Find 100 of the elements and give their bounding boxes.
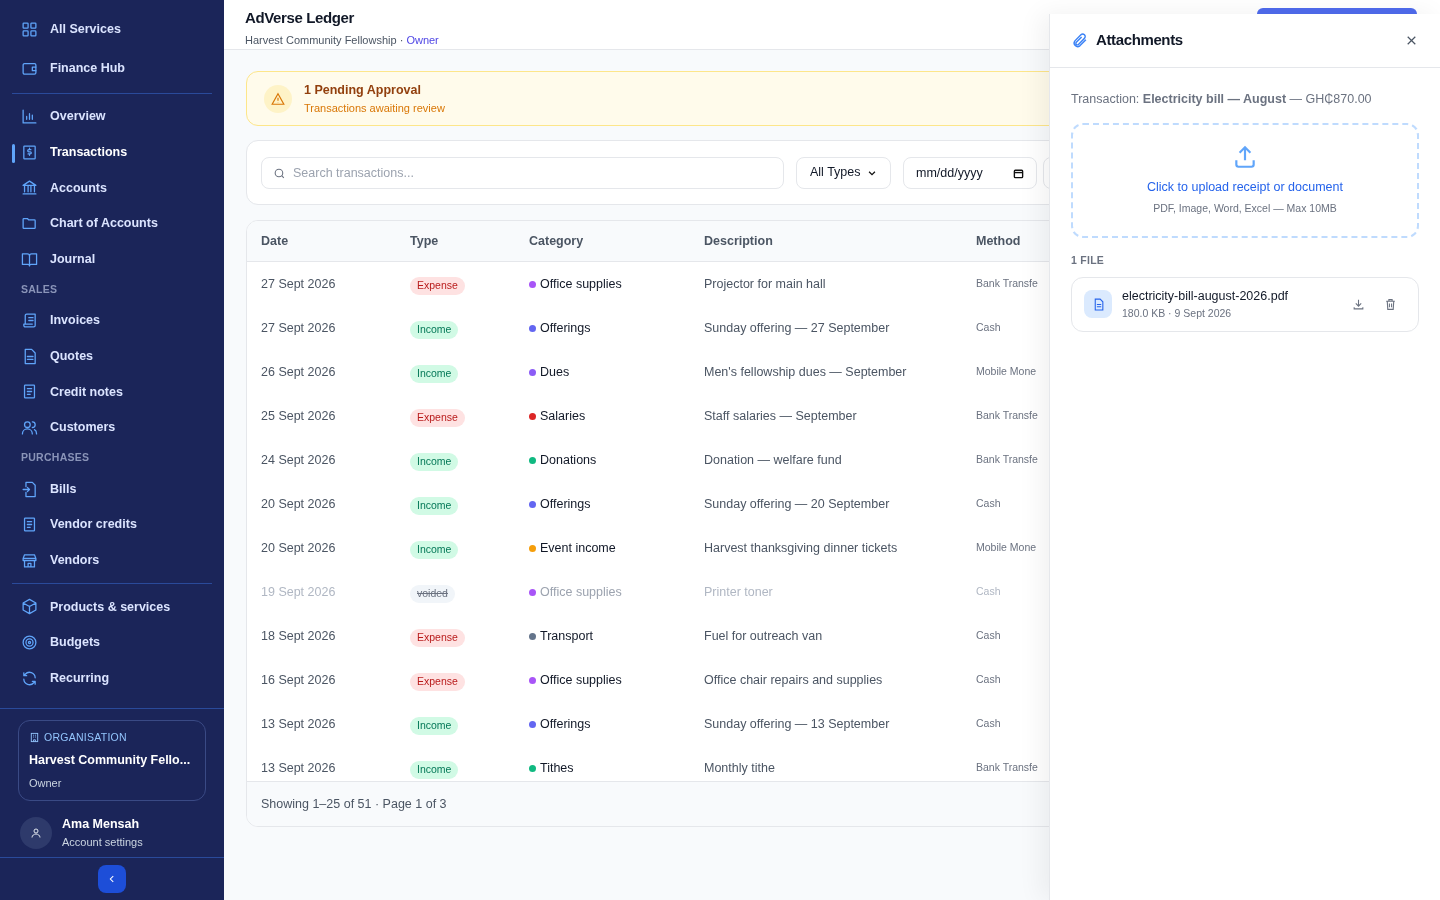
- method-cell-text: Mobile Mone: [976, 540, 1038, 556]
- user-name: Ama Mensah: [62, 816, 141, 833]
- description-cell-text: Office chair repairs and supplies: [704, 671, 884, 689]
- method-cell-text: Cash: [976, 496, 1002, 512]
- wallet-icon: [21, 60, 38, 77]
- type-badge: voided: [410, 585, 455, 603]
- sidebar-item[interactable]: Recurring: [12, 660, 212, 696]
- organisation-name: Harvest Community Fello...: [29, 751, 192, 769]
- grid-icon: [21, 21, 38, 38]
- sidebar-item[interactable]: Quotes: [12, 338, 212, 375]
- file-name: electricity-bill-august-2026.pdf: [1122, 287, 1290, 305]
- description-cell-text: Fuel for outreach van: [704, 627, 824, 645]
- pagination-summary: Showing 1–25 of 51 · Page 1 of 3: [261, 795, 447, 813]
- category-cell-text: Transport: [540, 627, 594, 645]
- sidebar-item[interactable]: Invoices: [12, 302, 212, 339]
- paperclip-icon: [1071, 32, 1088, 49]
- method-cell-text: Cash: [976, 320, 1002, 336]
- type-badge: Expense: [410, 277, 465, 295]
- column-header[interactable]: Method: [976, 231, 1049, 251]
- method-cell-text: Bank Transfe: [976, 452, 1039, 468]
- sidebar-item[interactable]: Credit notes: [12, 374, 212, 410]
- sidebar-item[interactable]: Budgets: [12, 624, 212, 661]
- date-cell-text: 19 Sept 2026: [261, 583, 337, 601]
- organisation-card[interactable]: ORGANISATION Harvest Community Fello... Owner: [18, 720, 206, 801]
- account-settings-link[interactable]: Account settings: [62, 833, 143, 851]
- date-cell-text: 13 Sept 2026: [261, 715, 337, 733]
- column-header[interactable]: Category: [529, 231, 704, 251]
- date-cell-text: 24 Sept 2026: [261, 451, 337, 469]
- section-heading: PURCHASES: [20, 450, 91, 466]
- type-badge: Income: [410, 453, 459, 471]
- category-cell-text: Office supplies: [540, 275, 622, 293]
- sidebar-item[interactable]: Overview: [12, 99, 212, 135]
- category-cell-text: Dues: [540, 363, 570, 381]
- date-cell-text: 13 Sept 2026: [261, 759, 337, 777]
- category-cell-text: Offerings: [540, 495, 591, 513]
- column-header[interactable]: Date: [261, 231, 410, 251]
- type-badge: Income: [410, 321, 459, 339]
- sidebar-item[interactable]: Vendor credits: [12, 506, 212, 543]
- description-cell-text: Harvest thanksgiving dinner tickets: [704, 539, 899, 557]
- sidebar-item[interactable]: Products & services: [12, 589, 212, 625]
- category-cell-text: Offerings: [540, 715, 591, 733]
- column-header[interactable]: Description: [704, 231, 976, 251]
- column-header[interactable]: Type: [410, 231, 529, 251]
- building-icon: [29, 732, 40, 744]
- category-cell-text: Office supplies: [540, 583, 622, 601]
- person-icon: [30, 826, 42, 839]
- file-arrow-icon: [21, 480, 38, 498]
- search-field[interactable]: Search transactions...: [261, 156, 784, 189]
- download-icon: [1351, 297, 1365, 311]
- sidebar-item[interactable]: Chart of Accounts: [12, 205, 212, 242]
- sidebar-item[interactable]: Vendors: [12, 542, 212, 579]
- scroll-icon: [21, 312, 38, 330]
- method-cell-text: Cash: [976, 716, 1002, 732]
- organisation-subtitle: Harvest Community Fellowship · Owner: [245, 32, 439, 48]
- chevron-left-icon: [107, 874, 117, 884]
- type-badge: Income: [410, 541, 459, 559]
- date-cell-text: 18 Sept 2026: [261, 627, 337, 645]
- sidebar-item[interactable]: Accounts: [12, 170, 212, 206]
- date-cell-text: 20 Sept 2026: [261, 539, 337, 557]
- trash-icon: [1383, 297, 1397, 311]
- sidebar-item[interactable]: Transactions: [12, 134, 212, 171]
- description-cell-text: Staff salaries — September: [704, 407, 858, 425]
- panel-title: Attachments: [1096, 30, 1183, 51]
- type-badge: Expense: [410, 409, 465, 427]
- avatar[interactable]: [20, 816, 52, 849]
- organisation-label: ORGANISATION: [44, 730, 127, 745]
- description-cell-text: Donation — welfare fund: [704, 451, 843, 469]
- date-cell-text: 27 Sept 2026: [261, 275, 337, 293]
- method-cell-text: Cash: [976, 672, 1002, 688]
- category-cell-text: Offerings: [540, 319, 591, 337]
- method-cell-text: Cash: [976, 628, 1002, 644]
- bank-icon: [21, 179, 38, 197]
- collapse-button[interactable]: [98, 865, 126, 893]
- warning-icon: [271, 91, 285, 106]
- upload-label: Click to upload receipt or document: [1147, 179, 1343, 196]
- dollar-receipt-icon: [21, 143, 38, 161]
- refresh-icon: [21, 669, 38, 687]
- sidebar-item[interactable]: All Services: [12, 10, 212, 49]
- date-field[interactable]: mm/dd/yyyy: [903, 156, 1037, 189]
- upload-hint: PDF, Image, Word, Excel — Max 10MB: [1153, 200, 1337, 216]
- file-count: 1 FILE: [1071, 252, 1106, 268]
- upload-dropzone[interactable]: Click to upload receipt or document PDF, Image, Word, Excel — Max 10MB: [1071, 122, 1419, 238]
- method-cell-text: Cash: [976, 584, 1002, 600]
- app-title: AdVerse Ledger: [245, 8, 354, 28]
- sidebar-item[interactable]: Journal: [12, 241, 212, 277]
- type-select[interactable]: All Types: [796, 156, 891, 189]
- organisation-role: Owner: [29, 775, 63, 791]
- sidebar-item[interactable]: Bills: [12, 471, 212, 507]
- type-badge: Income: [410, 365, 459, 383]
- banner-subtitle: Transactions awaiting review: [304, 100, 445, 116]
- search-icon: [273, 166, 286, 180]
- section-heading: SALES: [20, 282, 59, 298]
- users-icon: [21, 419, 38, 437]
- sidebar-item[interactable]: Finance Hub: [12, 49, 212, 88]
- active-indicator: [12, 143, 15, 163]
- description-cell-text: Projector for main hall: [704, 275, 827, 293]
- sidebar-item[interactable]: Customers: [12, 409, 212, 446]
- type-badge: Income: [410, 497, 459, 515]
- file-meta: 180.0 KB · 9 Sept 2026: [1122, 305, 1233, 321]
- method-cell-text: Mobile Mone: [976, 364, 1038, 380]
